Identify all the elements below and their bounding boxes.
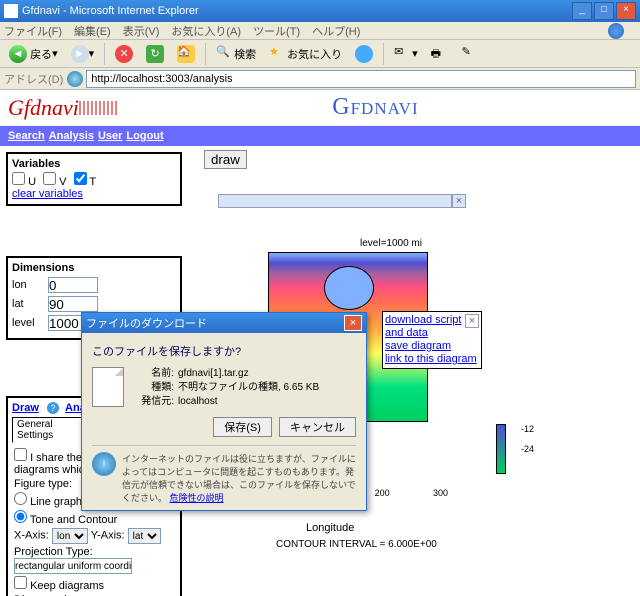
menu-file[interactable]: ファイル(F) bbox=[4, 23, 62, 39]
search-button[interactable]: 🔍検索 bbox=[211, 42, 261, 66]
site-logo: Gfdnavi bbox=[8, 95, 119, 121]
clear-variables-link[interactable]: clear variables bbox=[12, 188, 83, 200]
projection-input[interactable] bbox=[14, 558, 132, 574]
dialog-title: ファイルのダウンロード bbox=[86, 315, 207, 331]
progress-close-icon[interactable]: × bbox=[452, 194, 466, 208]
file-type: 不明なファイルの種類, 6.65 KB bbox=[178, 382, 319, 393]
mail-button[interactable]: ✉▾ bbox=[389, 42, 423, 66]
var-v-checkbox[interactable] bbox=[43, 172, 56, 185]
progress-bar bbox=[218, 194, 452, 208]
dialog-close-button[interactable]: × bbox=[344, 315, 362, 331]
address-input[interactable] bbox=[86, 70, 636, 88]
plot-xlabel: Longitude bbox=[306, 522, 354, 534]
nav-search[interactable]: Search bbox=[8, 130, 45, 142]
file-source: localhost bbox=[178, 396, 217, 407]
menu-favorites[interactable]: お気に入り(A) bbox=[171, 23, 241, 39]
stop-button[interactable]: ✕ bbox=[110, 42, 138, 66]
minimize-button[interactable]: _ bbox=[572, 2, 592, 20]
menu-help[interactable]: ヘルプ(H) bbox=[312, 23, 360, 39]
colorbar bbox=[496, 424, 506, 474]
window-close-button[interactable]: × bbox=[616, 2, 636, 20]
link-diagram-link[interactable]: link to this diagram bbox=[385, 353, 479, 366]
file-icon bbox=[92, 367, 124, 407]
globe-icon bbox=[67, 71, 83, 87]
variables-title: Variables bbox=[12, 158, 176, 170]
figtype-tone-radio[interactable] bbox=[14, 510, 27, 523]
dialog-cancel-button[interactable]: キャンセル bbox=[279, 417, 356, 437]
var-t-checkbox[interactable] bbox=[74, 172, 87, 185]
xaxis-select[interactable]: lon bbox=[52, 528, 88, 544]
risk-link[interactable]: 危険性の説明 bbox=[170, 493, 224, 503]
refresh-button[interactable]: ↻ bbox=[141, 42, 169, 66]
dialog-save-button[interactable]: 保存(S) bbox=[213, 417, 272, 437]
download-dialog: ファイルのダウンロード × このファイルを保存しますか? 名前:gfdnavi[… bbox=[81, 312, 367, 511]
variables-panel: Variables U V T clear variables bbox=[6, 152, 182, 206]
favorites-button[interactable]: ★お気に入り bbox=[264, 42, 347, 66]
draw-button[interactable]: draw bbox=[204, 150, 247, 169]
ie-app-icon bbox=[4, 4, 18, 18]
help-icon[interactable]: ? bbox=[47, 402, 59, 414]
var-u-checkbox[interactable] bbox=[12, 172, 25, 185]
window-title: Gfdnavi - Microsoft Internet Explorer bbox=[22, 5, 199, 17]
home-button[interactable]: 🏠 bbox=[172, 42, 200, 66]
share-checkbox[interactable] bbox=[14, 448, 27, 461]
lon-input[interactable] bbox=[48, 277, 98, 293]
forward-button[interactable]: ► ▾ bbox=[66, 42, 100, 66]
figtype-line-radio[interactable] bbox=[14, 492, 27, 505]
brand-title: Gfdnavi bbox=[119, 94, 632, 121]
lat-input[interactable] bbox=[48, 296, 98, 312]
nav-user[interactable]: User bbox=[98, 130, 122, 142]
address-label: アドレス(D) bbox=[4, 71, 63, 87]
plot-caption: CONTOUR INTERVAL = 6.000E+00 bbox=[276, 539, 437, 550]
dimensions-title: Dimensions bbox=[12, 262, 176, 274]
diagram-links-box: × download script and data save diagram … bbox=[382, 311, 482, 369]
shield-icon: ! bbox=[92, 452, 116, 476]
menu-view[interactable]: 表示(V) bbox=[123, 23, 160, 39]
edit-button[interactable]: ✎ bbox=[457, 42, 485, 66]
menu-tools[interactable]: ツール(T) bbox=[253, 23, 300, 39]
tab-draw[interactable]: Draw bbox=[12, 402, 39, 414]
file-name: gfdnavi[1].tar.gz bbox=[178, 368, 249, 379]
keep-diagrams-checkbox[interactable] bbox=[14, 576, 27, 589]
nav-analysis[interactable]: Analysis bbox=[49, 130, 94, 142]
maximize-button[interactable]: □ bbox=[594, 2, 614, 20]
print-button[interactable]: 🖶 bbox=[426, 42, 454, 66]
yaxis-select[interactable]: lat bbox=[128, 528, 161, 544]
save-diagram-link[interactable]: save diagram bbox=[385, 340, 479, 353]
back-button[interactable]: ◄ 戻る ▾ bbox=[4, 42, 63, 66]
dialog-question: このファイルを保存しますか? bbox=[92, 343, 356, 359]
ie-logo-icon bbox=[608, 23, 624, 39]
linksbox-close-icon[interactable]: × bbox=[465, 314, 479, 328]
nav-logout[interactable]: Logout bbox=[126, 130, 163, 142]
menu-edit[interactable]: 編集(E) bbox=[74, 23, 111, 39]
history-button[interactable] bbox=[350, 42, 378, 66]
